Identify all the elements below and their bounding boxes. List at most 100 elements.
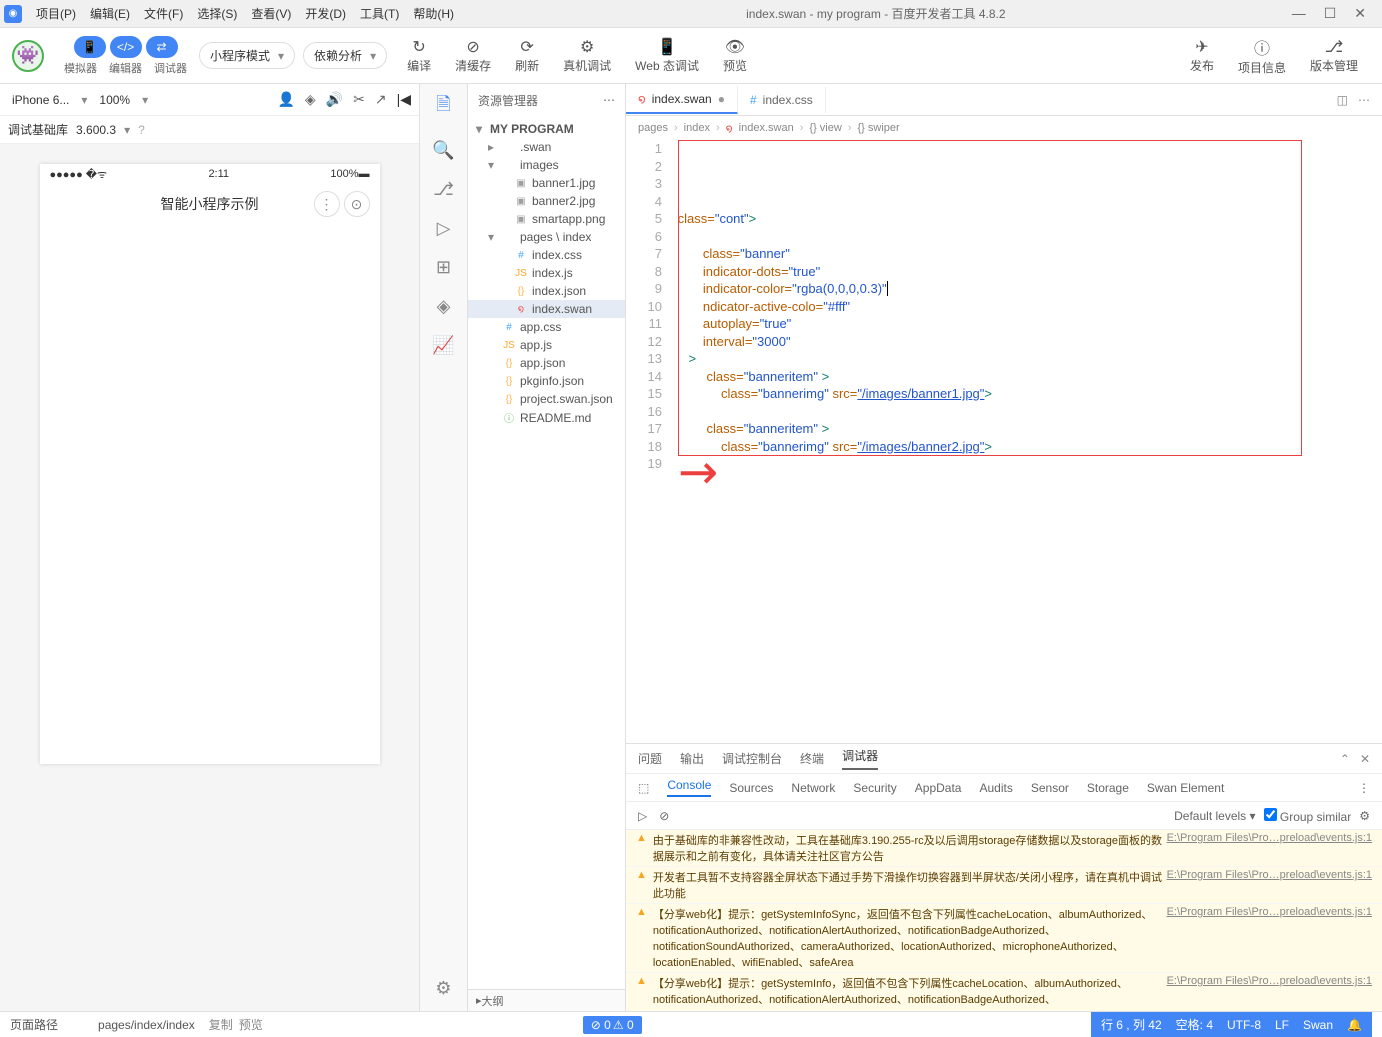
devtab-console[interactable]: Console xyxy=(667,778,711,797)
tab-index-swan[interactable]: ໑index.swan● xyxy=(626,86,738,114)
monitor-icon[interactable]: 📈 xyxy=(432,335,454,356)
zoom-select[interactable]: 100% xyxy=(95,91,134,109)
debug-icon[interactable]: ▷ xyxy=(437,218,451,239)
search-icon[interactable]: 🔍 xyxy=(432,140,454,161)
tree-item[interactable]: {}index.json xyxy=(468,282,625,300)
collapse-icon[interactable]: |◀ xyxy=(397,91,411,108)
tree-item[interactable]: ໑index.swan xyxy=(468,300,625,318)
tab-terminal[interactable]: 终端 xyxy=(800,750,824,767)
group-similar-checkbox[interactable]: Group similar xyxy=(1264,808,1352,824)
tree-item[interactable]: #index.css xyxy=(468,246,625,264)
menu-help[interactable]: 帮助(H) xyxy=(407,3,460,24)
minimize-icon[interactable]: — xyxy=(1292,5,1306,22)
devtab-network[interactable]: Network xyxy=(791,781,835,795)
remote-debug-button[interactable]: ⚙真机调试 xyxy=(563,37,611,74)
inspect-icon[interactable]: ⬚ xyxy=(638,781,649,795)
breadcrumb[interactable]: pages› index› ໑index.swan› {} view› {} s… xyxy=(626,116,1382,140)
clear-cache-button[interactable]: ⊘清缓存 xyxy=(455,37,491,74)
maximize-icon[interactable]: ☐ xyxy=(1324,5,1337,22)
tree-item[interactable]: {}pkginfo.json xyxy=(468,372,625,390)
tree-item[interactable]: ▣banner1.jpg xyxy=(468,174,625,192)
publish-button[interactable]: ✈发布 xyxy=(1190,37,1214,74)
log-source-link[interactable]: E:\Program Files\Pro…preload\events.js:1 xyxy=(1167,906,1372,970)
tree-item[interactable]: {}app.json xyxy=(468,354,625,372)
lib-version-select[interactable]: 3.600.3 xyxy=(76,123,116,137)
log-source-link[interactable]: E:\Program Files\Pro…preload\events.js:1 xyxy=(1167,832,1372,864)
outline-label[interactable]: 大纲 xyxy=(482,993,504,1009)
version-control-button[interactable]: ⎇版本管理 xyxy=(1310,37,1358,74)
devtools-more-icon[interactable]: ⋮ xyxy=(1358,781,1370,795)
tab-problems[interactable]: 问题 xyxy=(638,750,662,767)
tree-item[interactable]: ▸.swan xyxy=(468,138,625,156)
git-icon[interactable]: ⎇ xyxy=(433,179,454,200)
tab-output[interactable]: 输出 xyxy=(680,750,704,767)
devtab-appdata[interactable]: AppData xyxy=(915,781,962,795)
menu-dev[interactable]: 开发(D) xyxy=(299,3,352,24)
web-debug-button[interactable]: 📱Web 态调试 xyxy=(635,37,699,74)
menu-view[interactable]: 查看(V) xyxy=(245,3,297,24)
tree-item[interactable]: JSindex.js xyxy=(468,264,625,282)
cube-icon[interactable]: ◈ xyxy=(305,91,316,108)
project-info-button[interactable]: ⓘ项目信息 xyxy=(1238,35,1286,76)
error-warning-counter[interactable]: ⊘ 0 ⚠ 0 xyxy=(583,1016,642,1034)
tree-item[interactable]: ▣banner2.jpg xyxy=(468,192,625,210)
tree-item[interactable]: {}project.swan.json xyxy=(468,390,625,408)
devtab-storage[interactable]: Storage xyxy=(1087,781,1129,795)
log-level-select[interactable]: Default levels ▾ xyxy=(1174,809,1255,823)
menu-select[interactable]: 选择(S) xyxy=(191,3,243,24)
user-icon[interactable]: 👤 xyxy=(277,91,294,108)
menu-file[interactable]: 文件(F) xyxy=(138,3,189,24)
compile-button[interactable]: ↻编译 xyxy=(407,37,431,74)
device-select[interactable]: iPhone 6... xyxy=(8,91,73,109)
devtab-audits[interactable]: Audits xyxy=(979,781,1012,795)
explorer-more-icon[interactable]: ⋯ xyxy=(603,93,615,107)
devtab-sources[interactable]: Sources xyxy=(729,781,773,795)
tab-index-css[interactable]: #index.css xyxy=(738,87,826,113)
tree-item[interactable]: JSapp.js xyxy=(468,336,625,354)
capsule-close-icon[interactable]: ⊙ xyxy=(344,191,370,217)
preview-link[interactable]: 预览 xyxy=(239,1016,263,1033)
package-icon[interactable]: ◈ xyxy=(437,296,451,317)
avatar[interactable]: 👾 xyxy=(12,40,44,72)
tab-dirty-icon[interactable]: ● xyxy=(718,92,725,106)
tree-item[interactable]: ⓘREADME.md xyxy=(468,408,625,427)
console-clear-icon[interactable]: ⊘ xyxy=(659,809,669,823)
devtab-sensor[interactable]: Sensor xyxy=(1031,781,1069,795)
tree-item[interactable]: ▾pages \ index xyxy=(468,228,625,246)
tree-item[interactable]: ▣smartapp.png xyxy=(468,210,625,228)
tree-item[interactable]: ▾images xyxy=(468,156,625,174)
capsule-menu-icon[interactable]: ⋮ xyxy=(314,191,340,217)
close-icon[interactable]: ✕ xyxy=(1354,5,1366,22)
panel-close-icon[interactable]: ✕ xyxy=(1360,752,1370,766)
devtab-swan-element[interactable]: Swan Element xyxy=(1147,781,1224,795)
split-editor-icon[interactable]: ◫ xyxy=(1337,93,1348,107)
tab-debugger[interactable]: 调试器 xyxy=(842,747,878,770)
panel-collapse-icon[interactable]: ⌃ xyxy=(1340,752,1350,766)
help-icon[interactable]: ? xyxy=(138,123,145,137)
code-editor[interactable]: 12345678910111213141516171819 ↗ class="c… xyxy=(626,140,1382,743)
mode-dropdown[interactable]: 小程序模式 ▾ xyxy=(199,42,295,69)
sound-icon[interactable]: 🔊 xyxy=(326,91,343,108)
console-warning-row[interactable]: ▲【分享web化】提示：getSystemInfoSync，返回值不包含下列属性… xyxy=(626,904,1382,973)
extensions-icon[interactable]: ⊞ xyxy=(436,257,451,278)
refresh-button[interactable]: ⟳刷新 xyxy=(515,37,539,74)
tab-debug-console[interactable]: 调试控制台 xyxy=(722,750,782,767)
log-source-link[interactable]: E:\Program Files\Pro…preload\events.js:1 xyxy=(1167,975,1372,1011)
menu-tools[interactable]: 工具(T) xyxy=(354,3,405,24)
indentation[interactable]: 空格: 4 xyxy=(1176,1016,1213,1033)
editor-toggle[interactable]: </> xyxy=(110,36,142,58)
console-warning-row[interactable]: ▲由于基础库的非兼容性改动，工具在基础库3.190.255-rc及以后调用sto… xyxy=(626,830,1382,867)
tab-more-icon[interactable]: ⋯ xyxy=(1358,93,1370,107)
language-mode[interactable]: Swan xyxy=(1303,1018,1333,1032)
menu-edit[interactable]: 编辑(E) xyxy=(84,3,136,24)
analysis-dropdown[interactable]: 依赖分析 ▾ xyxy=(303,42,387,69)
cut-icon[interactable]: ✂ xyxy=(353,91,365,108)
copy-button[interactable]: 复制 xyxy=(209,1016,233,1033)
settings-icon[interactable]: ⚙ xyxy=(435,978,451,999)
tree-item[interactable]: #app.css xyxy=(468,318,625,336)
files-icon[interactable]: 🗎 xyxy=(436,92,450,122)
log-source-link[interactable]: E:\Program Files\Pro…preload\events.js:1 xyxy=(1167,869,1372,901)
devtab-security[interactable]: Security xyxy=(853,781,896,795)
bell-icon[interactable]: 🔔 xyxy=(1347,1018,1362,1032)
encoding[interactable]: UTF-8 xyxy=(1227,1018,1261,1032)
